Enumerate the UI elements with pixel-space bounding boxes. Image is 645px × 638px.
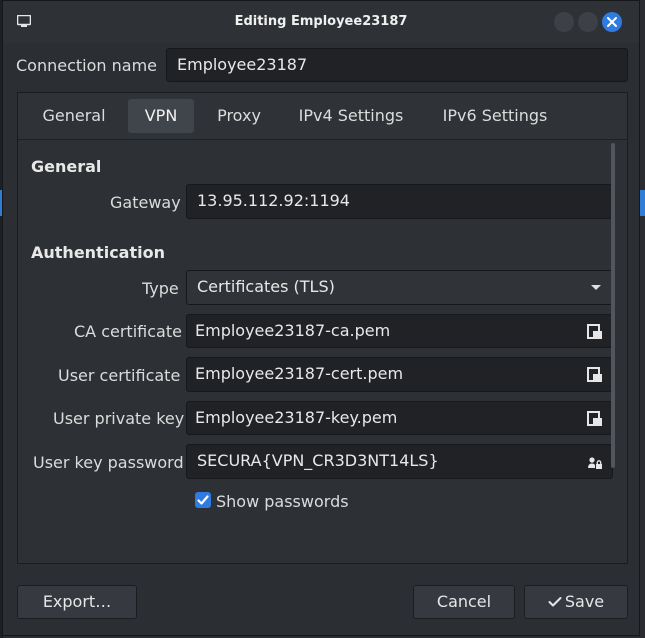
tab-ipv4-settings[interactable]: IPv4 Settings xyxy=(284,99,418,133)
connection-name-input[interactable]: Employee23187 xyxy=(166,48,628,82)
user-private-key-label: User private key xyxy=(53,409,185,428)
user-private-key-field[interactable]: Employee23187-key.pem xyxy=(186,401,613,435)
connection-name-label: Connection name xyxy=(16,56,157,75)
tab-ipv6-settings[interactable]: IPv6 Settings xyxy=(428,99,562,133)
type-label: Type xyxy=(142,279,179,298)
tab-vpn[interactable]: VPN xyxy=(128,99,194,133)
authentication-section-header: Authentication xyxy=(31,243,165,262)
save-label: Save xyxy=(564,592,605,611)
user-key-password-input[interactable]: SECURA{VPN_CR3D3NT14LS} xyxy=(186,444,613,479)
minimize-button[interactable] xyxy=(554,12,574,32)
tab-bar: General VPN Proxy IPv4 Settings IPv6 Set… xyxy=(18,93,627,140)
password-user-icon[interactable] xyxy=(587,455,603,471)
user-key-password-label: User key password xyxy=(33,453,184,472)
editing-connection-dialog: Editing Employee23187 Connection name Em… xyxy=(2,0,640,636)
title-bar[interactable]: Editing Employee23187 xyxy=(3,1,639,43)
auth-type-value: Certificates (TLS) xyxy=(197,277,335,296)
checkmark-icon xyxy=(548,597,562,607)
show-passwords-checkbox[interactable] xyxy=(195,492,211,508)
close-button[interactable] xyxy=(602,12,622,32)
general-section-header: General xyxy=(31,157,102,176)
gateway-label: Gateway xyxy=(110,193,181,212)
tab-general[interactable]: General xyxy=(28,99,120,133)
file-picker-icon[interactable] xyxy=(587,411,603,427)
auth-type-select[interactable]: Certificates (TLS) xyxy=(186,270,613,305)
tab-proxy[interactable]: Proxy xyxy=(204,99,274,133)
user-certificate-field[interactable]: Employee23187-cert.pem xyxy=(186,357,613,392)
file-picker-icon[interactable] xyxy=(587,324,603,340)
user-key-password-value: SECURA{VPN_CR3D3NT14LS} xyxy=(197,451,439,470)
close-icon xyxy=(607,17,617,27)
show-passwords-label[interactable]: Show passwords xyxy=(216,492,349,511)
chevron-down-icon xyxy=(591,285,601,290)
maximize-button[interactable] xyxy=(578,12,598,32)
background-selection-right xyxy=(640,190,645,216)
window-title: Editing Employee23187 xyxy=(234,14,408,29)
checkmark-icon xyxy=(197,495,209,505)
user-private-key-value: Employee23187-key.pem xyxy=(195,408,398,427)
gateway-input[interactable]: 13.95.112.92:1194 xyxy=(186,184,613,219)
user-certificate-label: User certificate xyxy=(58,366,181,385)
ca-certificate-field[interactable]: Employee23187-ca.pem xyxy=(186,314,613,348)
export-button[interactable]: Export… xyxy=(17,585,137,619)
ca-certificate-label: CA certificate xyxy=(74,322,182,341)
save-button[interactable]: Save xyxy=(524,585,628,619)
ca-certificate-value: Employee23187-ca.pem xyxy=(195,321,391,340)
cancel-button[interactable]: Cancel xyxy=(413,585,515,619)
user-certificate-value: Employee23187-cert.pem xyxy=(195,364,404,383)
panel-scrollbar[interactable] xyxy=(611,143,615,468)
file-picker-icon[interactable] xyxy=(587,367,603,383)
